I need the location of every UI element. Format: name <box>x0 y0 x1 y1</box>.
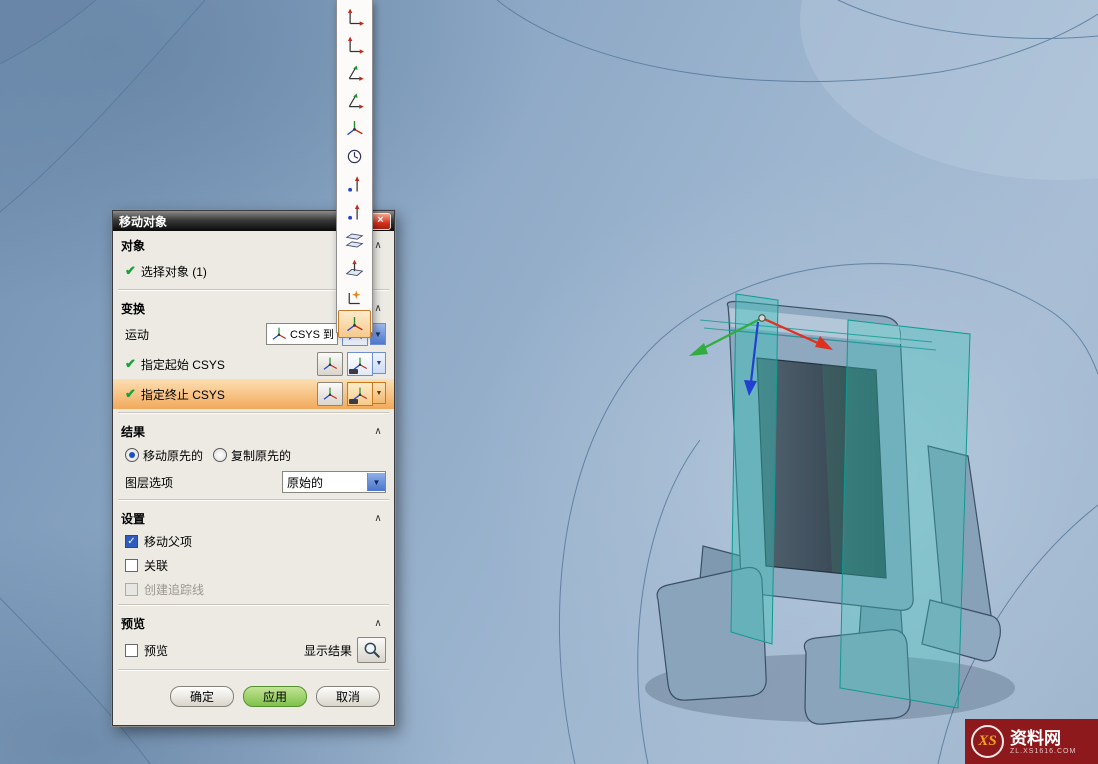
csys-option-point-normal[interactable] <box>338 170 371 198</box>
csys-option-two-planes[interactable] <box>338 226 371 254</box>
csys-origin-handle <box>759 315 765 321</box>
move-parent-label: 移动父项 <box>144 533 192 550</box>
motion-combobox[interactable]: CSYS 到 <box>266 323 338 345</box>
csys-mini-icon <box>321 385 339 403</box>
group-preview-collapse-icon[interactable]: ∧ <box>370 618 386 629</box>
move-parent-checkbox[interactable]: ✓ <box>125 535 138 548</box>
group-settings: 设置 ∧ ✓ 移动父项 关联 创建追踪线 <box>113 504 394 601</box>
start-csys-row: ✔ 指定起始 CSYS ▼ <box>113 349 394 379</box>
magnifier-icon <box>362 640 382 660</box>
close-button[interactable]: × <box>370 213 391 230</box>
cancel-button[interactable]: 取消 <box>316 686 380 707</box>
csys-badge <box>349 399 358 404</box>
end-csys-type-button[interactable] <box>347 382 373 406</box>
csys-to-csys-icon <box>270 325 288 343</box>
watermark-site-name: 资料网 <box>1010 729 1076 748</box>
layer-option-value: 原始的 <box>283 474 367 491</box>
group-settings-collapse-icon[interactable]: ∧ <box>370 513 386 524</box>
csys-option-z-axis-x-axis[interactable] <box>338 86 371 114</box>
group-result-collapse-icon[interactable]: ∧ <box>370 426 386 437</box>
separator <box>118 412 389 414</box>
csys-point-z-icon <box>344 202 365 223</box>
group-preview: 预览 ∧ 预览 显示结果 <box>113 609 394 666</box>
associative-label: 关联 <box>144 557 168 574</box>
csys-option-dynamic[interactable] <box>338 2 371 30</box>
group-result-header: 结果 <box>121 423 145 440</box>
csys-axes-icon <box>344 118 365 139</box>
datum-plane-right[interactable] <box>840 320 970 708</box>
dialog-title: 移动对象 <box>119 213 167 230</box>
preview-checkbox[interactable] <box>125 644 138 657</box>
csys-option-point-z-axis[interactable] <box>338 198 371 226</box>
end-csys-dialog-button[interactable] <box>317 382 343 406</box>
dialog-button-row: 确定 应用 取消 <box>113 674 394 707</box>
csys-two-planes-icon <box>344 230 365 251</box>
csys-option-offset-csys[interactable] <box>338 142 371 170</box>
watermark-text: 资料网 ZL.XS1616.COM <box>1010 729 1076 755</box>
trace-line-checkbox <box>125 583 138 596</box>
check-icon: ✔ <box>125 386 136 402</box>
trace-line-label: 创建追踪线 <box>144 581 204 598</box>
csys-inferred-icon <box>344 286 365 307</box>
watermark-banner: XS 资料网 ZL.XS1616.COM <box>965 719 1098 764</box>
start-csys-type-button[interactable] <box>347 352 373 376</box>
csys-offset-icon <box>344 146 365 167</box>
end-csys-label: 指定终止 CSYS <box>141 386 313 403</box>
start-csys-dialog-button[interactable] <box>317 352 343 376</box>
csys-option-plane-and-vector[interactable] <box>338 254 371 282</box>
csys-point-normal-icon <box>344 174 365 195</box>
group-preview-header: 预览 <box>121 615 145 632</box>
apply-button[interactable]: 应用 <box>243 686 307 707</box>
move-original-label: 移动原先的 <box>143 447 203 464</box>
start-csys-type-dropdown[interactable]: ▼ <box>373 352 386 374</box>
separator <box>118 499 389 501</box>
group-object-header: 对象 <box>121 237 145 254</box>
csys-plane-vector-icon <box>344 258 365 279</box>
layer-option-combobox[interactable]: 原始的 ▼ <box>282 471 386 493</box>
motion-label: 运动 <box>125 326 266 343</box>
preview-label: 预览 <box>144 642 304 659</box>
watermark-logo: XS <box>971 725 1004 758</box>
show-result-label: 显示结果 <box>304 642 352 659</box>
copy-original-radio[interactable] <box>213 448 227 462</box>
group-transform-header: 变换 <box>121 300 145 317</box>
csys-triad-selected-icon <box>344 314 365 335</box>
ok-button[interactable]: 确定 <box>170 686 234 707</box>
layer-option-label: 图层选项 <box>125 474 173 491</box>
csys-option-inferred[interactable] <box>338 282 371 310</box>
motion-value: CSYS 到 <box>290 326 334 342</box>
separator <box>118 669 389 671</box>
separator <box>118 604 389 606</box>
start-csys-label: 指定起始 CSYS <box>141 356 313 373</box>
move-original-radio[interactable] <box>125 448 139 462</box>
csys-type-dropdown-list <box>336 0 373 333</box>
watermark-site-url: ZL.XS1616.COM <box>1010 748 1076 755</box>
check-icon: ✔ <box>125 263 136 279</box>
check-icon: ✔ <box>125 356 136 372</box>
csys-option-origin-x-point-y-point[interactable] <box>338 30 371 58</box>
end-csys-row-highlighted: ✔ 指定终止 CSYS ▼ <box>113 379 394 409</box>
select-object-label: 选择对象 (1) <box>141 263 207 280</box>
csys-origin-xy-icon <box>344 34 365 55</box>
show-result-button[interactable] <box>357 637 386 663</box>
group-result: 结果 ∧ 移动原先的 复制原先的 图层选项 原始的 ▼ <box>113 417 394 496</box>
csys-z-x-axis-icon <box>344 90 365 111</box>
copy-original-label: 复制原先的 <box>231 447 291 464</box>
csys-option-x-axis-y-axis[interactable] <box>338 58 371 86</box>
associative-checkbox[interactable] <box>125 559 138 572</box>
end-csys-type-dropdown[interactable]: ▼ <box>373 382 386 404</box>
csys-option-axes-origin[interactable] <box>338 114 371 142</box>
csys-badge <box>349 369 358 374</box>
layer-option-dropdown-icon[interactable]: ▼ <box>367 473 385 491</box>
csys-mini-icon <box>321 355 339 373</box>
csys-x-y-axis-icon <box>344 62 365 83</box>
group-settings-header: 设置 <box>121 510 145 527</box>
watermark-logo-text: XS <box>978 733 996 750</box>
csys-dynamic-icon <box>344 6 365 27</box>
csys-option-dynamic-selected[interactable] <box>338 310 371 338</box>
